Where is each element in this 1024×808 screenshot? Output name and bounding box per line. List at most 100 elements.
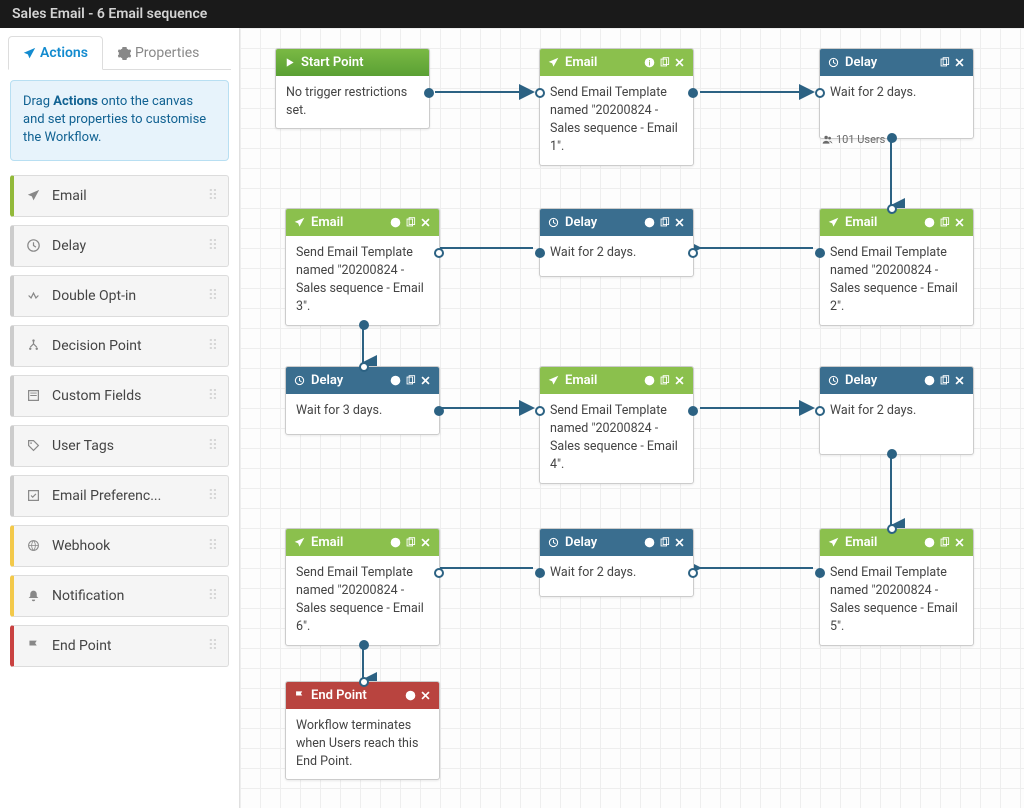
port-in[interactable] (688, 568, 698, 578)
node-title: Delay (845, 55, 877, 70)
port-in[interactable] (815, 88, 825, 98)
node-delay-4[interactable]: Delay Wait for 2 days. (819, 366, 974, 455)
action-webhook[interactable]: Webhook ⠿ (10, 525, 229, 567)
info-icon[interactable] (644, 537, 655, 548)
paper-plane-icon (294, 537, 305, 548)
action-end-point[interactable]: End Point ⠿ (10, 625, 229, 667)
port-in[interactable] (815, 406, 825, 416)
close-icon[interactable] (674, 57, 685, 68)
copy-icon[interactable] (939, 537, 950, 548)
info-icon[interactable] (924, 217, 935, 228)
clock-icon (828, 57, 839, 68)
info-icon[interactable] (924, 375, 935, 386)
node-body: Wait for 2 days. (540, 236, 693, 276)
action-notification[interactable]: Notification ⠿ (10, 575, 229, 617)
port-in[interactable] (359, 362, 369, 372)
port-in[interactable] (688, 248, 698, 258)
copy-icon[interactable] (659, 57, 670, 68)
action-double-opt-in[interactable]: Double Opt-in ⠿ (10, 275, 229, 317)
info-icon[interactable] (390, 537, 401, 548)
port-out[interactable] (359, 640, 369, 650)
paper-plane-icon (294, 217, 305, 228)
port-in[interactable] (535, 406, 545, 416)
port-out[interactable] (815, 248, 825, 258)
node-email-3[interactable]: Email Send Email Template named "2020082… (285, 208, 440, 326)
copy-icon[interactable] (939, 217, 950, 228)
port-out[interactable] (688, 406, 698, 416)
node-delay-5[interactable]: Delay Wait for 2 days. (539, 528, 694, 597)
copy-icon[interactable] (659, 537, 670, 548)
info-icon[interactable] (390, 375, 401, 386)
close-icon[interactable] (420, 217, 431, 228)
copy-icon[interactable] (939, 57, 950, 68)
port-in[interactable] (359, 677, 369, 687)
drag-handle-icon: ⠿ (208, 242, 220, 250)
close-icon[interactable] (420, 375, 431, 386)
node-delay-2[interactable]: Delay Wait for 2 days. (539, 208, 694, 277)
close-icon[interactable] (674, 537, 685, 548)
copy-icon[interactable] (939, 375, 950, 386)
port-in[interactable] (434, 568, 444, 578)
close-icon[interactable] (420, 537, 431, 548)
info-icon[interactable] (644, 375, 655, 386)
node-header: Email (820, 209, 973, 236)
close-icon[interactable] (954, 375, 965, 386)
action-custom-fields[interactable]: Custom Fields ⠿ (10, 375, 229, 417)
app-title: Sales Email - 6 Email sequence (12, 6, 207, 22)
action-delay[interactable]: Delay ⠿ (10, 225, 229, 267)
paper-plane-icon (23, 47, 36, 60)
action-decision-point[interactable]: Decision Point ⠿ (10, 325, 229, 367)
action-label: End Point (52, 638, 112, 654)
port-out[interactable] (535, 248, 545, 258)
port-in[interactable] (887, 204, 897, 214)
close-icon[interactable] (674, 375, 685, 386)
port-out[interactable] (434, 406, 444, 416)
port-out[interactable] (359, 320, 369, 330)
port-in[interactable] (434, 248, 444, 258)
node-email-2[interactable]: Email Send Email Template named "2020082… (819, 208, 974, 326)
info-icon[interactable]: i (644, 57, 655, 68)
info-icon[interactable] (924, 537, 935, 548)
info-icon[interactable] (644, 217, 655, 228)
node-title: Delay (565, 215, 597, 230)
close-icon[interactable] (954, 217, 965, 228)
port-out[interactable] (424, 88, 434, 98)
copy-icon[interactable] (659, 217, 670, 228)
info-icon[interactable] (405, 690, 416, 701)
action-email-preferences[interactable]: Email Preferenc... ⠿ (10, 475, 229, 517)
node-email-1[interactable]: Email i Send Email Template named "20200… (539, 48, 694, 166)
tab-properties[interactable]: Properties (103, 36, 214, 69)
port-in[interactable] (887, 524, 897, 534)
action-label: Notification (52, 588, 124, 604)
node-email-5[interactable]: Email Send Email Template named "2020082… (819, 528, 974, 646)
node-start[interactable]: Start Point No trigger restrictions set. (275, 48, 430, 129)
port-out[interactable] (815, 568, 825, 578)
node-toolbar (644, 375, 685, 386)
node-email-6[interactable]: Email Send Email Template named "2020082… (285, 528, 440, 646)
copy-icon[interactable] (405, 537, 416, 548)
canvas[interactable]: Start Point No trigger restrictions set.… (240, 28, 1024, 808)
node-delay-3[interactable]: Delay Wait for 3 days. (285, 366, 440, 435)
drag-handle-icon: ⠿ (208, 492, 220, 500)
info-icon[interactable] (390, 217, 401, 228)
node-end[interactable]: End Point Workflow terminates when Users… (285, 681, 440, 780)
copy-icon[interactable] (405, 375, 416, 386)
action-email[interactable]: Email ⠿ (10, 175, 229, 217)
node-delay-1[interactable]: Delay Wait for 2 days. (819, 48, 974, 139)
tab-actions[interactable]: Actions (8, 36, 103, 70)
copy-icon[interactable] (659, 375, 670, 386)
close-icon[interactable] (674, 217, 685, 228)
close-icon[interactable] (420, 690, 431, 701)
port-out[interactable] (535, 568, 545, 578)
node-body: Send Email Template named "20200824 - Sa… (540, 394, 693, 483)
node-email-4[interactable]: Email Send Email Template named "2020082… (539, 366, 694, 484)
port-in[interactable] (535, 88, 545, 98)
port-out[interactable] (887, 133, 897, 143)
copy-icon[interactable] (405, 217, 416, 228)
node-title: End Point (311, 688, 367, 703)
close-icon[interactable] (954, 537, 965, 548)
close-icon[interactable] (954, 57, 965, 68)
port-out[interactable] (688, 88, 698, 98)
action-user-tags[interactable]: User Tags ⠿ (10, 425, 229, 467)
port-out[interactable] (887, 449, 897, 459)
